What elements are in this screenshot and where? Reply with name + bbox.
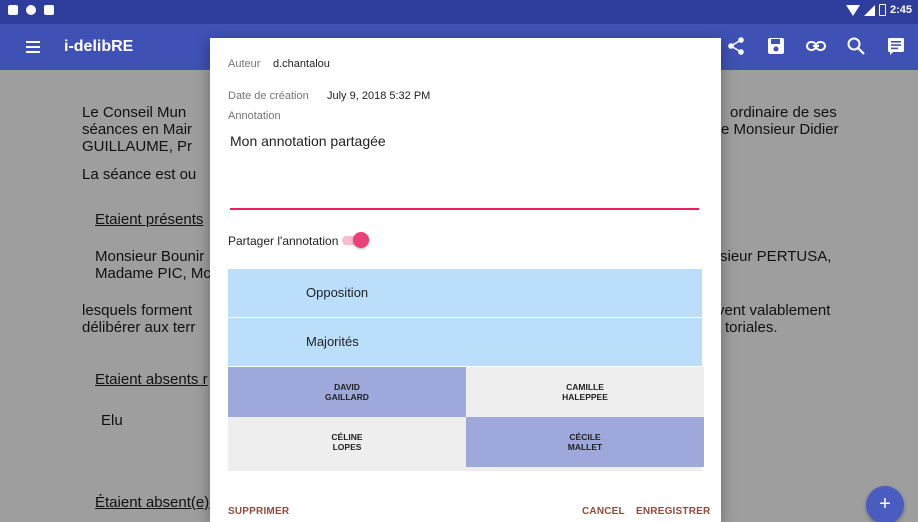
doc-text: GUILLAUME, Pr	[82, 138, 193, 155]
person-david-gaillard[interactable]: DAVID GAILLARD	[228, 367, 466, 417]
person-first-name: CÉLINE	[331, 432, 363, 442]
wifi-icon	[845, 4, 860, 16]
annotation-dialog: Auteur d.chantalou Date de création July…	[210, 38, 721, 522]
author-value: d.chantalou	[273, 58, 330, 70]
system-indicators: 2:45	[845, 4, 912, 16]
doc-heading: Etaient absents r	[95, 371, 208, 388]
annotation-label: Annotation	[228, 110, 281, 122]
annotations-icon[interactable]	[884, 34, 908, 58]
person-celine-lopes[interactable]: CÉLINE LOPES	[228, 417, 466, 467]
annotation-input-underline	[230, 208, 699, 210]
delete-button[interactable]: SUPPRIMER	[228, 506, 289, 517]
status-bar: 2:45	[0, 0, 918, 24]
notification-icons	[8, 5, 54, 15]
doc-text: vent valablement	[717, 302, 831, 319]
person-first-name: CÉCILE	[569, 432, 601, 442]
group-label: Opposition	[306, 285, 369, 300]
doc-text: séances en Mair	[82, 121, 193, 138]
link-icon[interactable]	[804, 34, 828, 58]
doc-text: Madame PIC, Mc	[95, 265, 211, 282]
menu-icon[interactable]	[26, 41, 40, 53]
search-icon[interactable]	[844, 34, 868, 58]
person-last-name: HALEPPEE	[562, 392, 608, 402]
doc-heading: Etaient présents	[95, 211, 204, 228]
person-last-name: MALLET	[567, 442, 603, 452]
group-majorites[interactable]: Majorités	[228, 318, 702, 366]
doc-heading: Étaient absent(e)	[95, 494, 210, 511]
date-value: July 9, 2018 5:32 PM	[327, 90, 431, 102]
author-label: Auteur	[228, 58, 261, 70]
doc-text: sieur PERTUSA,	[720, 248, 832, 265]
date-label: Date de création	[228, 90, 309, 102]
share-icon[interactable]	[724, 34, 748, 58]
group-opposition[interactable]: Opposition	[228, 269, 702, 317]
person-last-name: LOPES	[332, 442, 362, 452]
person-cecile-mallet[interactable]: CÉCILE MALLET	[466, 417, 704, 467]
notification-icon	[8, 5, 18, 15]
person-camille-haleppee[interactable]: CAMILLE HALEPPEE	[466, 367, 704, 417]
save-button[interactable]: ENREGISTRER	[636, 506, 710, 517]
notification-dot-icon	[26, 5, 36, 15]
doc-text: e Monsieur Didier	[721, 121, 839, 138]
doc-text: délibérer aux terr	[82, 319, 196, 336]
signal-icon	[863, 4, 875, 16]
doc-text: La séance est ou	[82, 166, 197, 183]
sd-card-icon	[44, 5, 54, 15]
doc-text: ordinaire de ses	[730, 104, 837, 121]
doc-text: lesquels forment	[82, 302, 193, 319]
share-label: Partager l'annotation	[228, 234, 339, 248]
person-first-name: CAMILLE	[566, 382, 604, 392]
annotation-input[interactable]: Mon annotation partagée	[230, 133, 386, 149]
doc-text: Monsieur Bounir	[95, 248, 205, 265]
battery-icon	[878, 4, 886, 16]
toggle-knob	[353, 232, 369, 248]
doc-text: toriales.	[725, 319, 778, 336]
share-toggle[interactable]	[342, 232, 369, 248]
people-grid: DAVID GAILLARD CAMILLE HALEPPEE CÉLINE L…	[228, 367, 704, 471]
doc-text: Elu	[101, 412, 123, 429]
person-first-name: DAVID	[334, 382, 360, 392]
cancel-button[interactable]: CANCEL	[582, 506, 625, 517]
clock: 2:45	[889, 4, 912, 16]
person-last-name: GAILLARD	[325, 392, 369, 402]
app-bar-actions	[724, 34, 908, 58]
group-label: Majorités	[306, 334, 359, 349]
add-annotation-button[interactable]: +	[866, 486, 904, 522]
app-title: i-delibRE	[64, 38, 134, 55]
save-icon[interactable]	[764, 34, 788, 58]
doc-text: Le Conseil Mun	[82, 104, 187, 121]
